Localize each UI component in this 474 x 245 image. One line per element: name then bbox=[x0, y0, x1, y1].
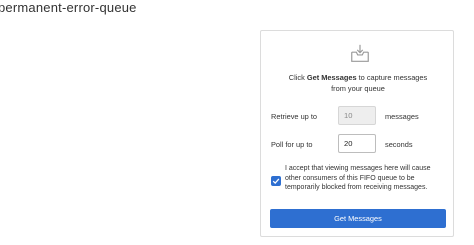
intro-text: Click Get Messages to capture messages f… bbox=[288, 73, 428, 93]
poll-label: Poll for up to bbox=[271, 140, 313, 149]
poll-unit: seconds bbox=[385, 140, 413, 149]
get-messages-panel: Click Get Messages to capture messages f… bbox=[260, 30, 454, 237]
accept-text: I accept that viewing messages here will… bbox=[285, 165, 431, 192]
queue-name-title: permanent-error-queue bbox=[0, 0, 137, 15]
checkmark-icon bbox=[272, 178, 280, 185]
accept-checkbox[interactable] bbox=[271, 176, 281, 186]
intro-bold-text: Get Messages bbox=[306, 73, 357, 82]
retrieve-count-input bbox=[338, 106, 376, 125]
get-messages-button[interactable]: Get Messages bbox=[270, 209, 446, 228]
inbox-download-icon bbox=[351, 44, 369, 62]
poll-seconds-input[interactable] bbox=[338, 134, 376, 153]
retrieve-label: Retrieve up to bbox=[271, 112, 318, 121]
retrieve-unit: messages bbox=[385, 112, 419, 121]
